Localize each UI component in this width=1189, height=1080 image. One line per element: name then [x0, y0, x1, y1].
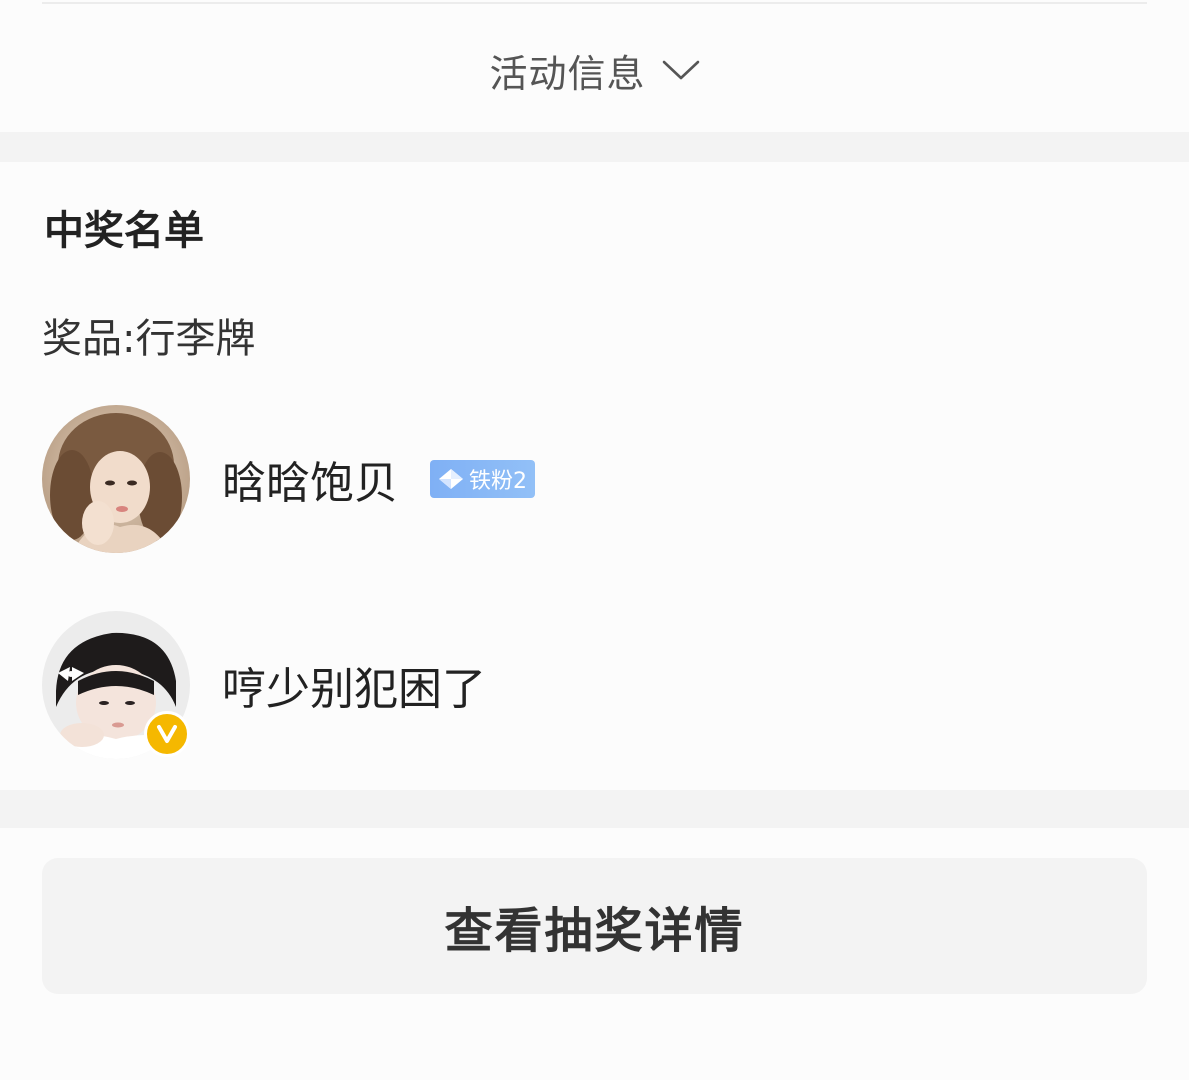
verified-v-icon	[144, 711, 190, 757]
user-avatar[interactable]	[42, 405, 190, 553]
winners-list-title: 中奖名单	[44, 208, 204, 254]
winner-row[interactable]: 晗晗饱贝 铁粉2	[42, 404, 1142, 554]
winner-name[interactable]: 哼少别犯困了	[222, 653, 486, 717]
avatar-container	[42, 611, 190, 759]
section-separator	[0, 790, 1189, 828]
winner-row[interactable]: 哼少别犯困了	[42, 610, 1142, 760]
section-separator	[0, 132, 1189, 162]
activity-info-label: 活动信息	[489, 51, 646, 96]
diamond-icon	[436, 466, 466, 492]
chevron-down-icon	[662, 59, 700, 81]
fan-level-badge: 铁粉2	[430, 460, 535, 498]
activity-info-toggle[interactable]: 活动信息	[0, 30, 1189, 110]
prize-label: 奖品:行李牌	[42, 316, 256, 362]
winner-name[interactable]: 晗晗饱贝	[222, 447, 398, 511]
view-lottery-details-button[interactable]: 查看抽奖详情	[42, 858, 1147, 994]
fan-badge-label: 铁粉2	[469, 469, 527, 494]
lottery-result-page: 活动信息 中奖名单 奖品:行李牌 晗晗饱贝 铁粉2 哼少别犯困了 查看抽奖详情	[0, 0, 1189, 1080]
avatar-container	[42, 405, 190, 553]
top-divider	[42, 2, 1147, 4]
